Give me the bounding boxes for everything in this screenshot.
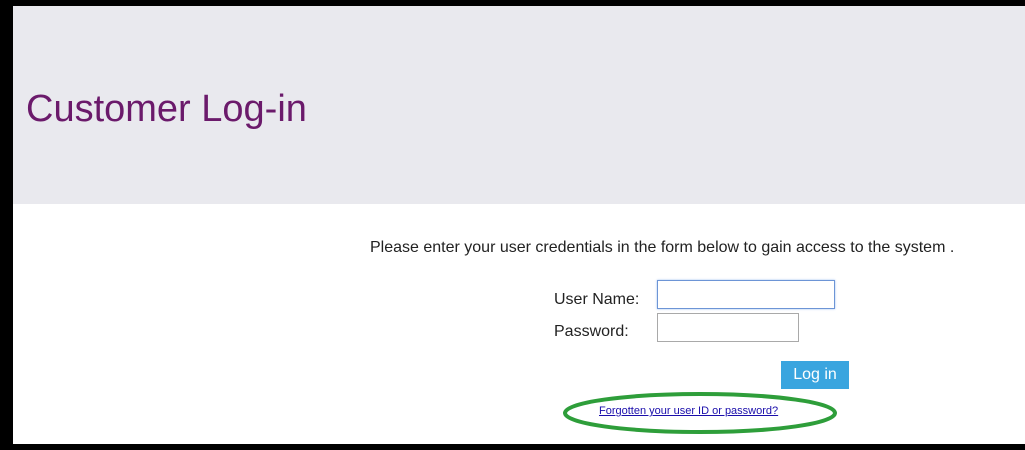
username-label: User Name:	[554, 291, 640, 308]
page-title: Customer Log-in	[26, 88, 307, 130]
page-frame: Customer Log-in Please enter your user c…	[0, 0, 1025, 450]
login-button[interactable]: Log in	[781, 361, 849, 389]
page-header: Customer Log-in	[13, 6, 1025, 204]
instructions-text: Please enter your user credentials in th…	[370, 239, 955, 256]
password-field[interactable]	[657, 313, 799, 342]
password-label: Password:	[554, 323, 629, 340]
username-field[interactable]	[657, 280, 835, 309]
forgot-credentials-link[interactable]: Forgotten your user ID or password?	[599, 404, 778, 418]
